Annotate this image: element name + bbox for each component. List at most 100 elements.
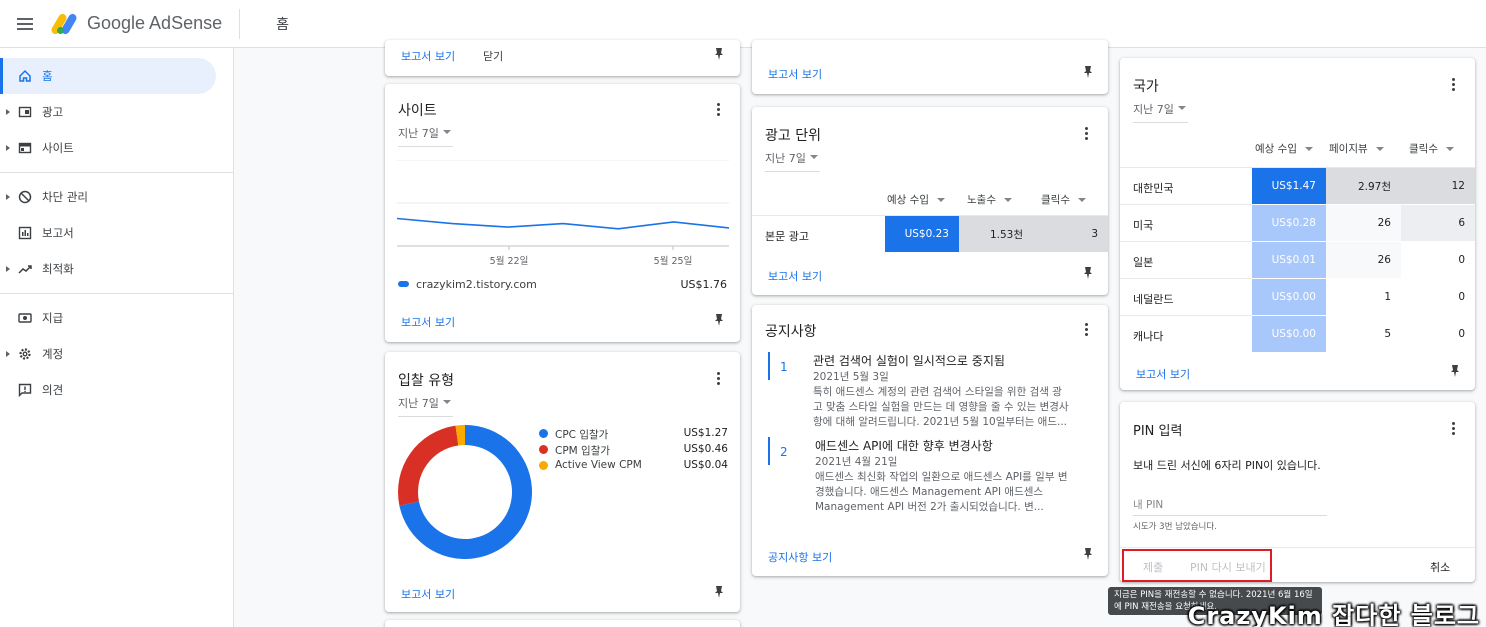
- reports-icon: [17, 225, 33, 241]
- sidebar-item-ads[interactable]: 광고: [0, 94, 233, 130]
- pin-icon[interactable]: [712, 47, 726, 61]
- more-options-icon[interactable]: [1452, 78, 1456, 91]
- pageviews-cell: 1: [1384, 291, 1391, 303]
- pageviews-cell: 5: [1384, 328, 1391, 340]
- payments-icon: [17, 310, 33, 326]
- pin-icon[interactable]: [1448, 364, 1462, 378]
- period-dropdown[interactable]: 지난 7일: [1133, 101, 1188, 123]
- bid-legend: CPC 입찰가 US$1.27 CPM 입찰가 US$0.46 Active V…: [539, 426, 729, 474]
- pin-helper-text: 시도가 3번 남았습니다.: [1133, 522, 1217, 532]
- table-row[interactable]: 일본 US$0.01 26 0: [1120, 242, 1475, 278]
- donut-slice[interactable]: [398, 425, 459, 506]
- adsense-logo-icon: [50, 11, 79, 37]
- pageviews-cell: 26: [1326, 205, 1401, 241]
- expand-arrow-icon[interactable]: [6, 109, 10, 115]
- menu-icon[interactable]: [17, 17, 41, 30]
- expand-arrow-icon[interactable]: [6, 145, 10, 151]
- legend-dot: [539, 429, 548, 438]
- column-header-earnings[interactable]: 예상 수입: [887, 192, 945, 207]
- adsense-logo[interactable]: Google AdSense: [50, 11, 223, 37]
- logo-text: Google AdSense: [87, 13, 223, 33]
- pageviews-cell: 2.97천: [1326, 168, 1401, 204]
- sidebar-item-home[interactable]: 홈: [0, 58, 216, 94]
- sidebar-item-label: 최적화: [42, 262, 74, 276]
- view-report-link[interactable]: 보고서 보기: [768, 268, 822, 284]
- column-header-impressions[interactable]: 노출수: [967, 192, 1012, 207]
- pin-icon[interactable]: [712, 313, 726, 327]
- sidebar-item-optimize[interactable]: 최적화: [0, 251, 233, 287]
- view-report-link[interactable]: 보고서 보기: [768, 66, 822, 82]
- view-report-link[interactable]: 보고서 보기: [1136, 366, 1190, 382]
- top-partial-card-1: 보고서 보기 닫기: [385, 40, 740, 76]
- sidebar-item-label: 지급: [42, 311, 64, 325]
- cancel-button[interactable]: 취소: [1430, 559, 1450, 575]
- pin-icon[interactable]: [1081, 65, 1095, 79]
- sidebar-item-feedback[interactable]: 의견: [0, 372, 233, 408]
- notice-body: 경했습니다. 애드센스 Management API 애드센스: [815, 486, 1044, 498]
- view-report-link[interactable]: 보고서 보기: [401, 48, 455, 64]
- expand-arrow-icon[interactable]: [6, 194, 10, 200]
- sidebar-divider: [0, 172, 234, 173]
- close-link[interactable]: 닫기: [483, 48, 503, 64]
- bid-donut-chart: [398, 425, 532, 559]
- view-report-link[interactable]: 보고서 보기: [401, 586, 455, 602]
- table-row[interactable]: 캐나다 US$0.00 5 0: [1120, 316, 1475, 352]
- more-options-icon[interactable]: [717, 103, 721, 116]
- gear-icon: [17, 346, 33, 362]
- legend-value: US$0.04: [683, 459, 728, 471]
- period-dropdown[interactable]: 지난 7일: [765, 150, 820, 172]
- earnings-cell: US$0.23: [885, 216, 959, 252]
- notice-item[interactable]: 1 관련 검색어 실험이 일시적으로 중지됨 2021년 5월 3일 특히 애드…: [768, 352, 1098, 432]
- column-header-clicks[interactable]: 클릭수: [1041, 192, 1086, 207]
- legend-row: CPC 입찰가 US$1.27: [539, 426, 729, 442]
- country-label: 네덜란드: [1133, 293, 1174, 306]
- sidebar-item-sites[interactable]: 사이트: [0, 130, 233, 166]
- view-report-link[interactable]: 보고서 보기: [401, 314, 455, 330]
- more-options-icon[interactable]: [1452, 422, 1456, 435]
- table-row[interactable]: 미국 US$0.28 26 6: [1120, 205, 1475, 241]
- sidebar-item-label: 차단 관리: [42, 190, 88, 204]
- table-row[interactable]: 대한민국 US$1.47 2.97천 12: [1120, 168, 1475, 204]
- earnings-cell: US$1.47: [1252, 168, 1326, 204]
- period-dropdown[interactable]: 지난 7일: [398, 395, 453, 417]
- table-row[interactable]: 네덜란드 US$0.00 1 0: [1120, 279, 1475, 315]
- more-options-icon[interactable]: [717, 372, 721, 385]
- ad-unit-card: 광고 단위 지난 7일 예상 수입 노출수 클릭수 본문 광고 US$0.23 …: [752, 107, 1108, 295]
- page-title: 홈: [276, 16, 289, 33]
- pin-icon[interactable]: [1081, 266, 1095, 280]
- notice-bar: [768, 437, 770, 465]
- sidebar-item-account[interactable]: 계정: [0, 336, 233, 372]
- sidebar-item-label: 홈: [42, 69, 53, 83]
- more-options-icon[interactable]: [1085, 323, 1089, 336]
- expand-arrow-icon[interactable]: [6, 266, 10, 272]
- notice-body: 애드센스 최신화 작업의 일환으로 애드센스 API를 일부 변: [815, 471, 1068, 483]
- legend-label: CPM 입찰가: [555, 445, 611, 457]
- notice-item[interactable]: 2 애드센스 API에 대한 향후 변경사항 2021년 4월 21일 애드센스…: [768, 437, 1098, 517]
- table-row-label[interactable]: 본문 광고: [765, 228, 809, 244]
- column-header-pageviews[interactable]: 페이지뷰: [1329, 141, 1384, 156]
- legend-value: US$0.46: [683, 443, 728, 455]
- sidebar-item-blocking[interactable]: 차단 관리: [0, 179, 233, 215]
- notice-headline[interactable]: 관련 검색어 실험이 일시적으로 중지됨: [813, 352, 1005, 369]
- more-options-icon[interactable]: [1085, 127, 1089, 140]
- card-title: 사이트: [398, 103, 437, 119]
- sidebar-item-payments[interactable]: 지급: [0, 300, 233, 336]
- legend-row: Active View CPM US$0.04: [539, 458, 729, 474]
- legend-swatch: [398, 281, 409, 287]
- pin-input-field[interactable]: 내 PIN: [1133, 494, 1327, 516]
- sidebar-item-reports[interactable]: 보고서: [0, 215, 233, 251]
- site-line-chart: 5월 22일 5월 25일: [397, 160, 729, 267]
- clicks-cell: 3: [1033, 216, 1108, 252]
- view-notices-link[interactable]: 공지사항 보기: [768, 549, 832, 565]
- column-header-clicks[interactable]: 클릭수: [1409, 141, 1454, 156]
- period-dropdown[interactable]: 지난 7일: [398, 125, 453, 147]
- notice-headline[interactable]: 애드센스 API에 대한 향후 변경사항: [815, 437, 993, 454]
- pin-icon[interactable]: [1081, 547, 1095, 561]
- clicks-cell: 12: [1401, 168, 1475, 204]
- expand-arrow-icon[interactable]: [6, 351, 10, 357]
- legend-label: CPC 입찰가: [555, 429, 609, 441]
- column-header-earnings[interactable]: 예상 수입: [1255, 141, 1313, 156]
- sidebar-item-label: 계정: [42, 347, 64, 361]
- pin-icon[interactable]: [712, 585, 726, 599]
- sites-icon: [17, 140, 33, 156]
